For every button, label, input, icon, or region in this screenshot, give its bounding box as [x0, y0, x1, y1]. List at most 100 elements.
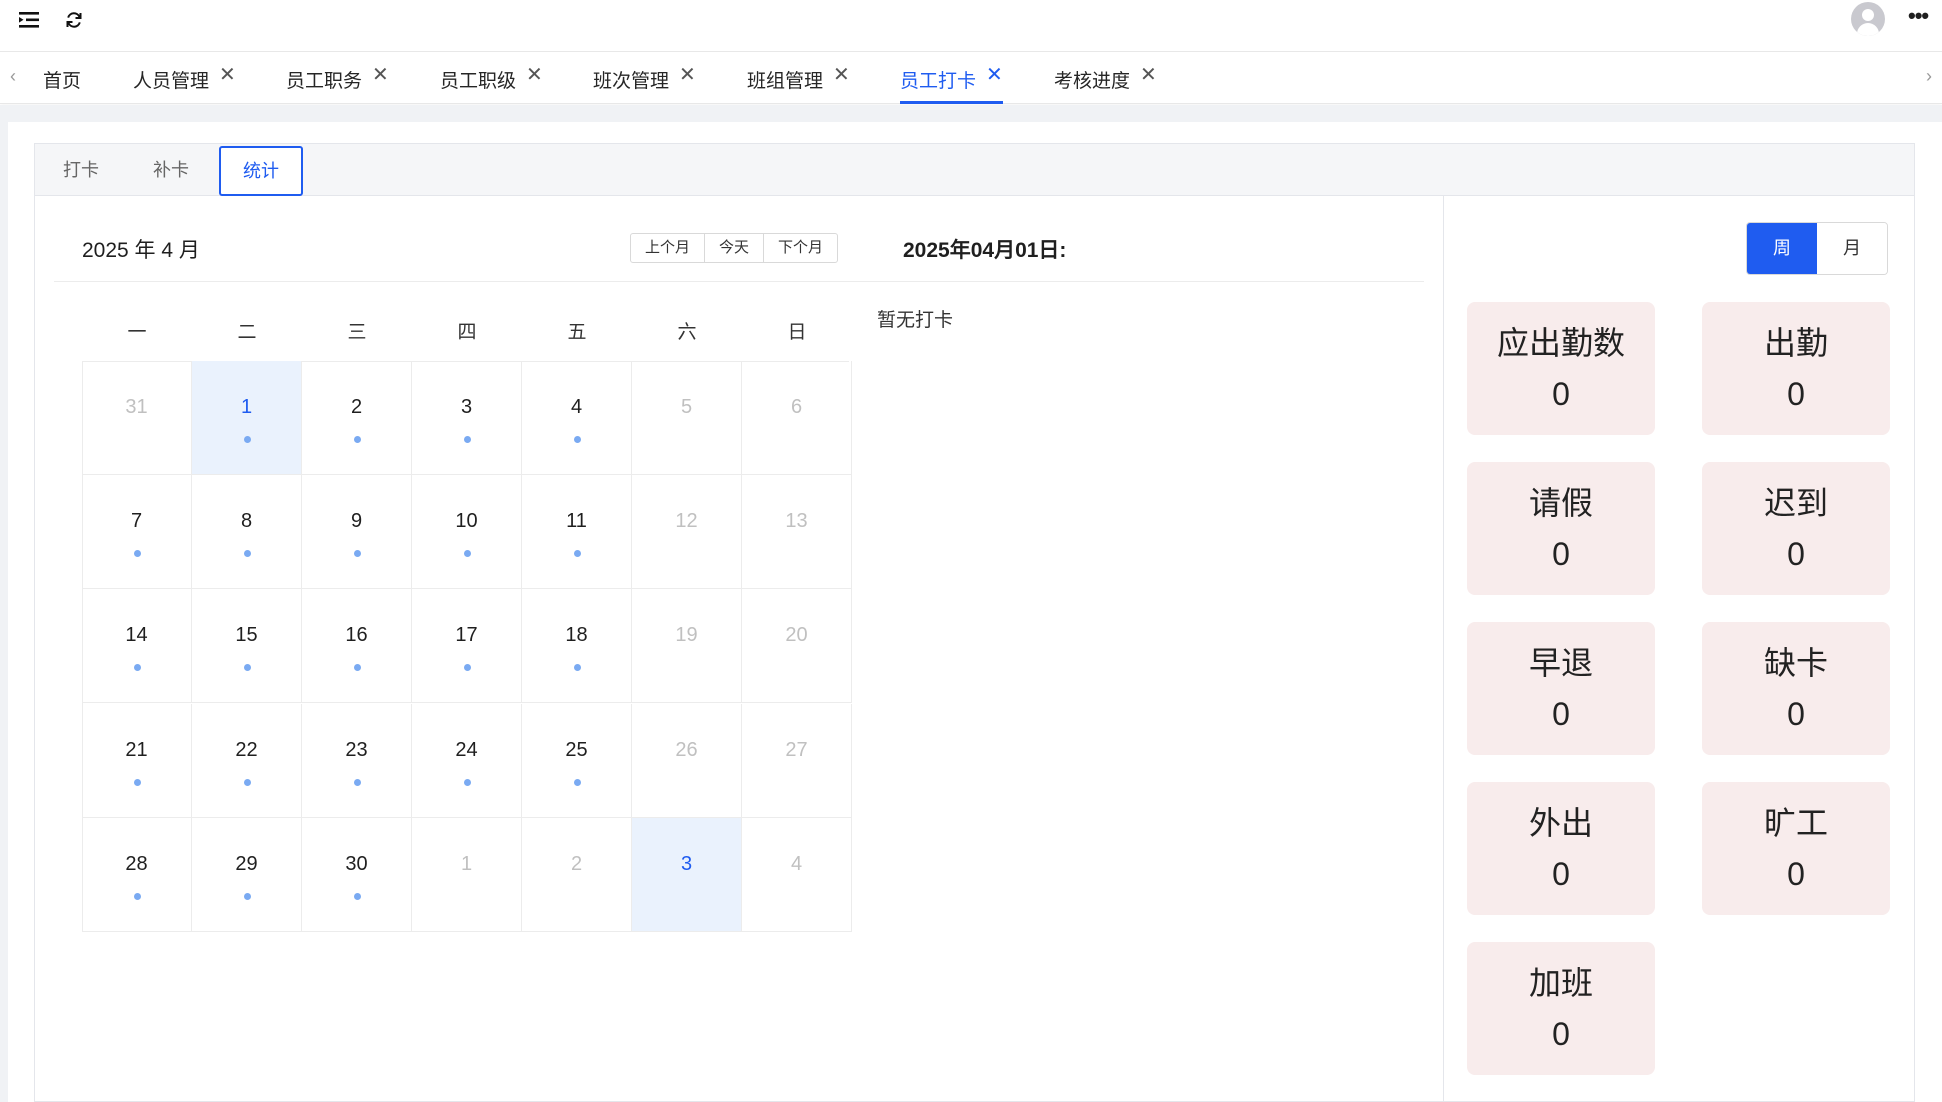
close-icon[interactable]: ✕ [1140, 65, 1157, 85]
stat-label: 缺卡 [1763, 645, 1828, 681]
stat-label: 请假 [1528, 485, 1593, 521]
calendar-day-cell[interactable]: 19 [632, 589, 742, 704]
record-dot-icon [244, 664, 251, 672]
record-dot-icon [574, 436, 581, 443]
tab-home[interactable]: 首页 [43, 66, 81, 104]
calendar-day-cell[interactable]: 5 [632, 361, 742, 475]
tab-assessment-progress[interactable]: 考核进度 ✕ [1054, 65, 1157, 104]
calendar-day-cell[interactable]: 14 [82, 589, 192, 704]
day-number: 22 [235, 738, 258, 761]
today-button[interactable]: 今天 [705, 234, 765, 262]
calendar-day-cell[interactable]: 28 [82, 817, 192, 932]
period-week-button[interactable]: 周 [1747, 223, 1817, 274]
calendar-day-cell[interactable]: 18 [522, 589, 632, 704]
record-dot-icon [244, 436, 251, 443]
stat-card-leave: 请假 0 [1467, 462, 1655, 595]
calendar-day-cell[interactable]: 12 [632, 475, 742, 590]
calendar-day-cell[interactable]: 25 [522, 703, 632, 818]
calendar-day-cell[interactable]: 17 [412, 589, 522, 704]
close-icon[interactable]: ✕ [986, 65, 1003, 85]
subtab-clock-in[interactable]: 打卡 [63, 144, 99, 196]
day-number: 8 [240, 510, 253, 533]
tab-shift-management[interactable]: 班次管理 ✕ [593, 65, 696, 104]
calendar-day-cell[interactable]: 11 [522, 475, 632, 590]
calendar-day-cell[interactable]: 2 [302, 361, 412, 475]
period-month-button[interactable]: 月 [1817, 223, 1887, 274]
close-icon[interactable]: ✕ [833, 65, 850, 85]
tab-label: 员工打卡 [900, 71, 977, 92]
tab-employee-position[interactable]: 员工职务 ✕ [286, 65, 389, 104]
record-dot-icon [354, 664, 361, 672]
calendar-day-cell[interactable]: 3 [412, 361, 522, 475]
day-number: 12 [675, 510, 698, 533]
selected-date-title: 2025年04月01日: [903, 239, 1067, 262]
close-icon[interactable]: ✕ [219, 65, 236, 85]
calendar-day-cell[interactable]: 21 [82, 703, 192, 818]
refresh-icon[interactable] [60, 6, 88, 34]
tab-label: 考核进度 [1054, 71, 1131, 92]
record-dot-icon [574, 778, 581, 786]
calendar-day-cell[interactable]: 13 [742, 475, 852, 590]
calendar-day-cell[interactable]: 27 [742, 703, 852, 818]
stat-label: 迟到 [1763, 485, 1828, 521]
calendar-day-cell[interactable]: 29 [192, 817, 302, 932]
empty-record-text: 暂无打卡 [877, 310, 954, 331]
calendar-day-cell[interactable]: 7 [82, 475, 192, 590]
tabs-prev-icon[interactable]: ‹ [10, 66, 16, 87]
calendar-day-cell[interactable]: 30 [302, 817, 412, 932]
calendar-day-cell[interactable]: 24 [412, 703, 522, 818]
day-number: 25 [565, 738, 588, 761]
day-number: 17 [455, 624, 478, 647]
calendar-day-cell[interactable]: 1 [412, 817, 522, 932]
next-month-button[interactable]: 下个月 [764, 234, 837, 262]
calendar-day-cell[interactable]: 4 [522, 361, 632, 475]
tab-personnel[interactable]: 人员管理 ✕ [133, 65, 236, 104]
day-number: 28 [125, 852, 148, 875]
close-icon[interactable]: ✕ [372, 65, 389, 85]
close-icon[interactable]: ✕ [526, 65, 543, 85]
prev-month-button[interactable]: 上个月 [631, 234, 706, 262]
calendar-day-cell[interactable]: 16 [302, 589, 412, 704]
calendar-day-cell[interactable]: 3 [632, 817, 742, 932]
day-number: 6 [790, 396, 803, 418]
tab-employee-clock-in[interactable]: 员工打卡 ✕ [900, 65, 1003, 104]
record-dot-icon [354, 550, 361, 558]
calendar-day-cell[interactable]: 26 [632, 703, 742, 818]
day-number: 3 [460, 396, 473, 418]
close-icon[interactable]: ✕ [679, 65, 696, 85]
more-icon[interactable]: ••• [1908, 5, 1932, 28]
calendar-day-cell[interactable]: 4 [742, 817, 852, 932]
calendar-day-cell[interactable]: 9 [302, 475, 412, 590]
stat-value: 0 [1552, 536, 1570, 572]
weekday-label: 四 [457, 322, 477, 343]
tab-label: 员工职务 [286, 71, 363, 92]
day-number: 9 [350, 510, 363, 533]
day-number: 13 [785, 510, 808, 533]
day-number: 23 [345, 738, 368, 761]
subtab-statistics[interactable]: 统计 [219, 146, 303, 196]
day-number: 1 [460, 852, 473, 875]
tab-team-management[interactable]: 班组管理 ✕ [747, 65, 850, 104]
calendar-day-cell[interactable]: 2 [522, 817, 632, 932]
record-dot-icon [354, 778, 361, 786]
calendar-day-cell[interactable]: 1 [192, 361, 302, 475]
calendar-day-cell[interactable]: 6 [742, 361, 852, 475]
stat-value: 0 [1787, 376, 1805, 412]
day-number: 5 [680, 396, 693, 418]
tab-employee-rank[interactable]: 员工职级 ✕ [440, 65, 543, 104]
calendar-day-cell[interactable]: 15 [192, 589, 302, 704]
calendar-day-cell[interactable]: 22 [192, 703, 302, 818]
record-dot-icon [464, 778, 471, 786]
calendar-day-cell[interactable]: 31 [82, 361, 192, 475]
subtab-supplement[interactable]: 补卡 [153, 144, 189, 196]
menu-fold-icon[interactable] [16, 6, 44, 34]
tabs-next-icon[interactable]: › [1926, 66, 1932, 87]
calendar-day-cell[interactable]: 20 [742, 589, 852, 704]
stat-card-attendance: 出勤 0 [1702, 302, 1890, 435]
day-number: 24 [455, 738, 478, 761]
user-avatar-icon[interactable] [1851, 2, 1885, 36]
tabs-bar: ‹ 首页 人员管理 ✕ 员工职务 ✕ 员工职级 ✕ 班次管理 ✕ 班组管理 ✕ … [0, 52, 1942, 104]
calendar-day-cell[interactable]: 10 [412, 475, 522, 590]
calendar-day-cell[interactable]: 23 [302, 703, 412, 818]
calendar-day-cell[interactable]: 8 [192, 475, 302, 590]
